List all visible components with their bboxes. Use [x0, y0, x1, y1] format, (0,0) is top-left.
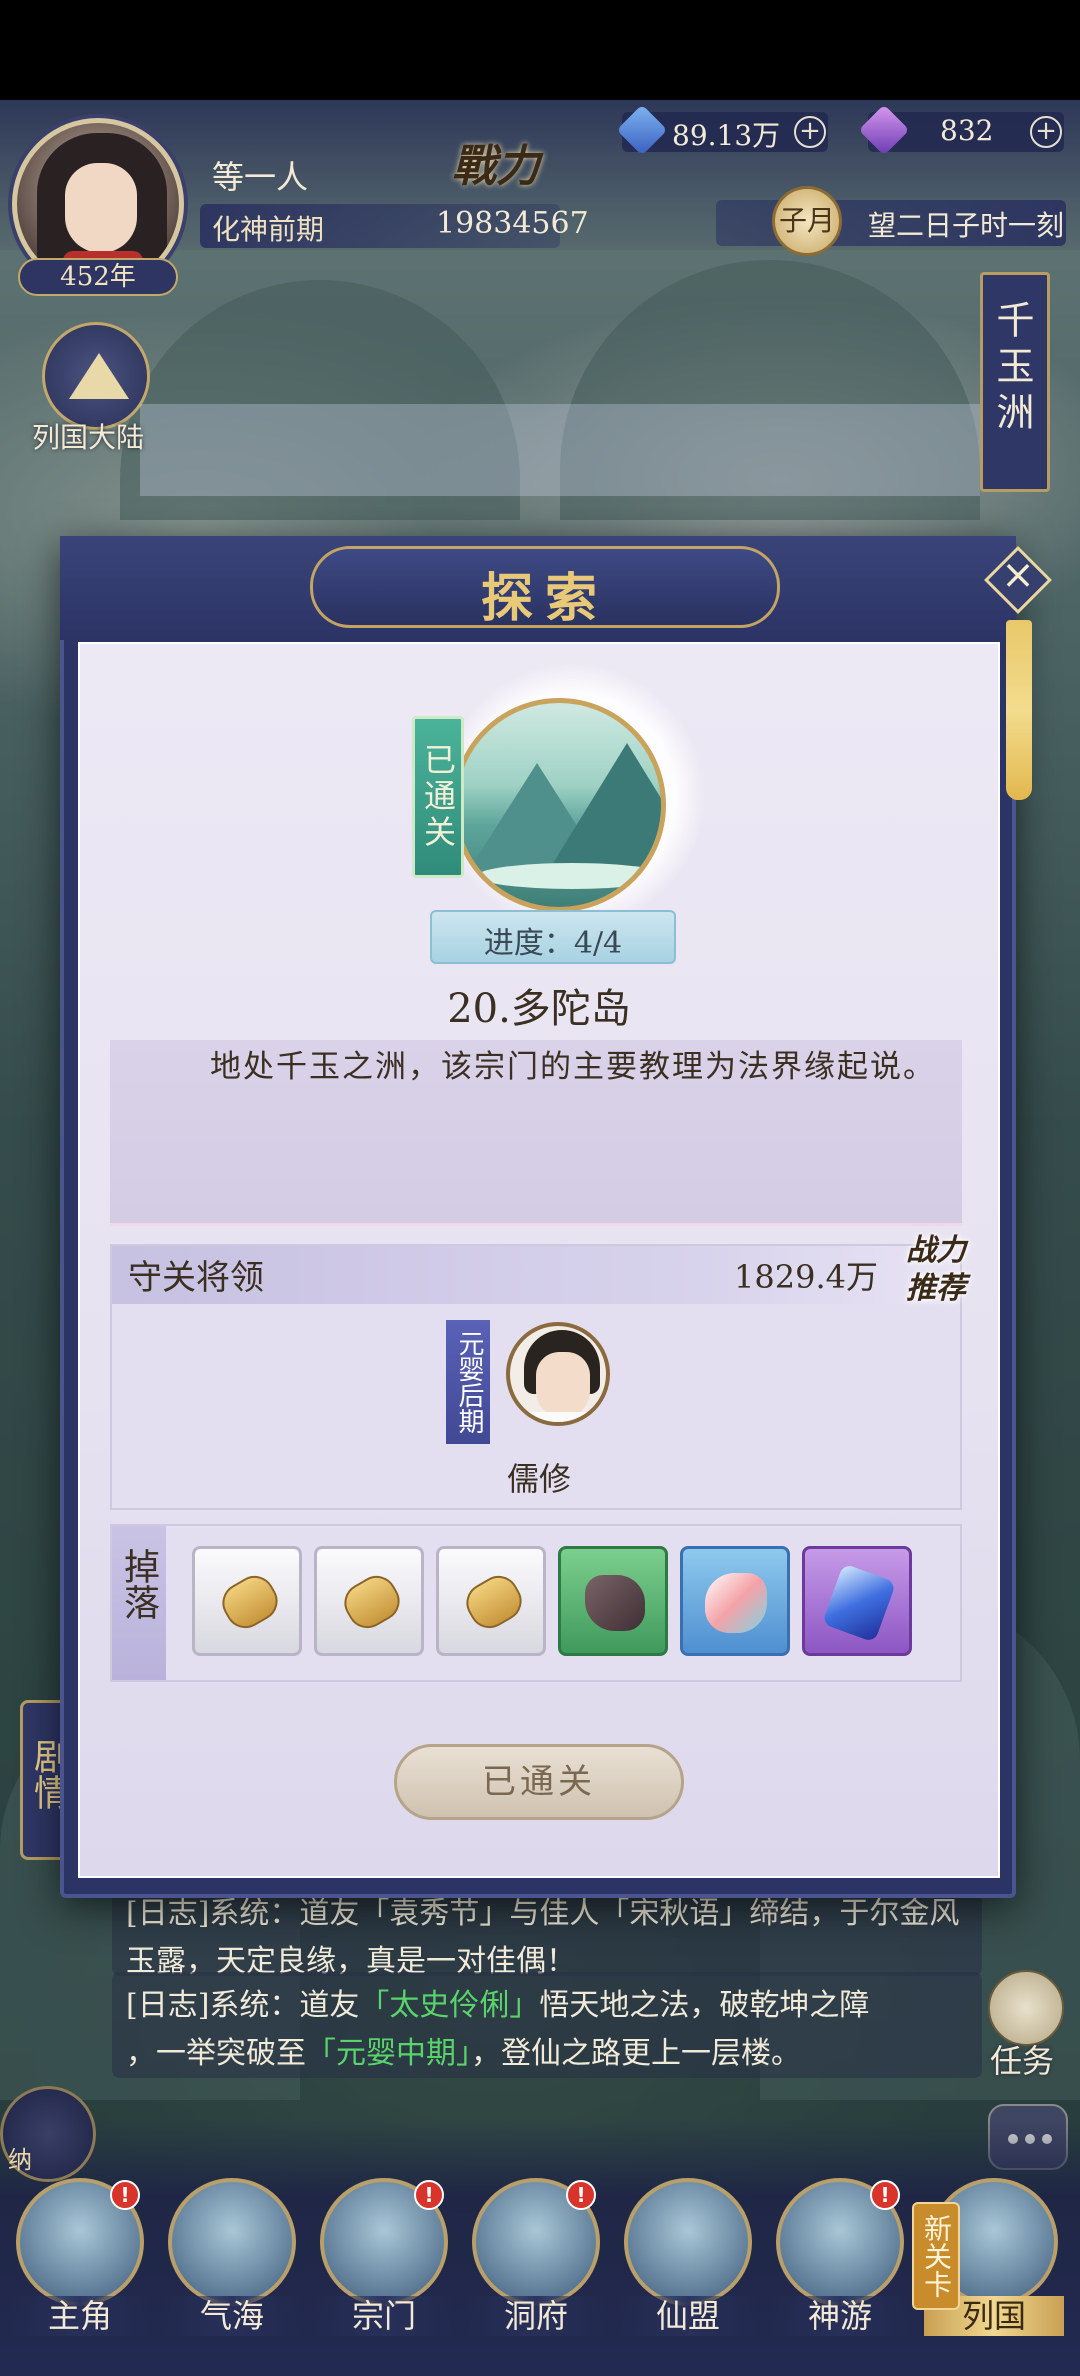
nav-label: 气海 [162, 2296, 302, 2336]
log-highlight-name: 「太史伶俐」 [359, 1988, 540, 2023]
new-stage-tag: 新关卡 [912, 2202, 960, 2310]
nav-spirit-travel[interactable]: ! 神游 [770, 2178, 910, 2338]
add-spirit-stone-button[interactable]: + [794, 116, 826, 148]
alert-badge: ! [110, 2180, 140, 2210]
log-highlight-realm: 「元婴中期」 [306, 2036, 471, 2071]
spirit-token-icon [337, 1568, 407, 1636]
progress-text: 进度：4/4 [483, 926, 623, 961]
log-message: [日志]系统：道友「太史伶俐」悟天地之法，破乾坤之障 ，一举突破至「元婴中期」，… [112, 1972, 982, 2078]
month-badge: 子月 [772, 186, 842, 256]
tassel-decoration [1006, 620, 1032, 800]
log-line: ，一举突破至「元婴中期」，登仙之路更上一层楼。 [126, 2036, 801, 2071]
drop-item[interactable] [192, 1546, 302, 1656]
player-age: 452年 [18, 258, 178, 296]
drop-item[interactable] [314, 1546, 424, 1656]
guard-realm-tag: 元婴后期 [446, 1320, 490, 1444]
continent-label[interactable]: 列国大陆 [32, 416, 144, 456]
task-scroll-icon[interactable] [988, 1970, 1064, 2046]
nav-label: 洞府 [466, 2296, 606, 2336]
alert-badge: ! [566, 2180, 596, 2210]
log-line: [日志]系统：道友「太史伶俐」悟天地之法，破乾坤之障 [126, 1988, 870, 2023]
drop-item[interactable] [680, 1546, 790, 1656]
location-name: 20.多陀岛 [447, 986, 631, 1032]
notice-strip [140, 404, 980, 496]
player-power: 19834567 [436, 206, 589, 241]
alert-badge: ! [870, 2180, 900, 2210]
location-landscape-icon [452, 698, 666, 912]
location-description: 地处千玉之洲，该宗门的主要教理为法界缘起说。 [210, 1049, 936, 1085]
drop-item[interactable] [802, 1546, 912, 1656]
power-icon: 戰力 [452, 141, 540, 192]
close-button[interactable]: × [984, 546, 1052, 614]
dialog-title: 探索 [480, 568, 609, 629]
spirit-stone-count: 89.13万 [672, 119, 781, 152]
cleared-button[interactable]: 已通关 [394, 1744, 684, 1820]
player-name: 等一人 [212, 158, 309, 196]
nav-label: 神游 [770, 2296, 910, 2336]
power-recommend-badge: 战力推荐 [906, 1233, 966, 1306]
nav-sect[interactable]: ! 宗门 [314, 2178, 454, 2338]
nav-qi-sea[interactable]: 气海 [162, 2178, 302, 2338]
nav-cave[interactable]: ! 洞府 [466, 2178, 606, 2338]
nav-label: 仙盟 [618, 2296, 758, 2336]
task-button-label[interactable]: 任务 [990, 2036, 1054, 2082]
meditation-icon [168, 2178, 296, 2306]
blue-crystal-icon [821, 1563, 897, 1643]
guard-section-title: 守关将领 [128, 1258, 264, 1298]
gem-count: 832 [940, 114, 994, 147]
recommended-power: 1829.4万 [734, 1258, 878, 1296]
add-gem-button[interactable]: + [1030, 116, 1062, 148]
drop-item[interactable] [558, 1546, 668, 1656]
spirit-token-icon [459, 1568, 529, 1636]
nav-label: 主角 [10, 2296, 150, 2336]
nav-alliance[interactable]: 仙盟 [618, 2178, 758, 2338]
nav-protagonist[interactable]: ! 主角 [10, 2178, 150, 2338]
drops-label: 掉落 [118, 1548, 159, 1620]
rainbow-crystal-icon [705, 1573, 767, 1633]
calendar-date: 望二日子时一刻 [868, 209, 1065, 242]
region-name: 千玉洲 [990, 300, 1034, 438]
cleared-status-tag: 已通关 [412, 716, 464, 878]
drop-item[interactable] [436, 1546, 546, 1656]
guard-portrait[interactable] [506, 1322, 610, 1426]
player-realm: 化神前期 [212, 213, 325, 246]
alert-badge: ! [414, 2180, 444, 2210]
nav-label: 宗门 [314, 2296, 454, 2336]
continent-map-icon[interactable] [42, 322, 150, 430]
guard-name: 儒修 [506, 1460, 571, 1498]
storage-bag-label[interactable]: 纳 [8, 2140, 32, 2175]
spirit-token-icon [215, 1568, 285, 1636]
alliance-palace-icon [624, 2178, 752, 2306]
ore-rock-icon [585, 1575, 645, 1631]
